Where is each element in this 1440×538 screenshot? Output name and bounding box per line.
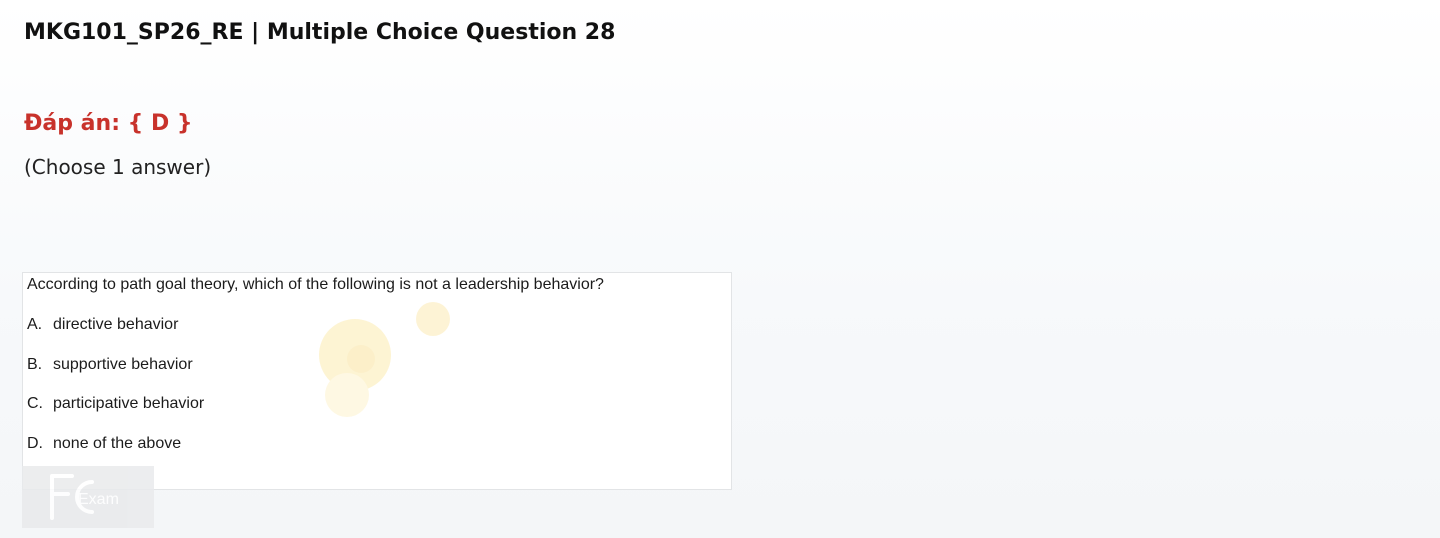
option-letter: C. <box>27 395 43 412</box>
watermark-logo: Exam <box>22 466 154 528</box>
option-text: participative behavior <box>53 395 205 412</box>
option-letter: A. <box>27 316 43 333</box>
question-text: According to path goal theory, which of … <box>27 276 604 293</box>
option-letter: D. <box>27 435 43 452</box>
option-text: none of the above <box>53 435 182 452</box>
option-c: C. participative behavior <box>27 395 204 413</box>
fexam-logo-icon: Exam <box>50 474 119 520</box>
decorative-watermark-icon <box>319 302 450 417</box>
option-letter: B. <box>27 356 43 373</box>
option-d: D. none of the above <box>27 435 181 453</box>
page-title: MKG101_SP26_RE | Multiple Choice Questio… <box>24 20 616 45</box>
answer-instruction: (Choose 1 answer) <box>24 155 212 179</box>
answer-label: Đáp án: { D } <box>24 111 193 136</box>
option-text: supportive behavior <box>53 356 193 373</box>
option-a: A. directive behavior <box>27 316 178 334</box>
option-text: directive behavior <box>53 316 179 333</box>
option-b: B. supportive behavior <box>27 356 193 374</box>
question-image: According to path goal theory, which of … <box>22 272 732 490</box>
logo-text: Exam <box>78 491 119 508</box>
